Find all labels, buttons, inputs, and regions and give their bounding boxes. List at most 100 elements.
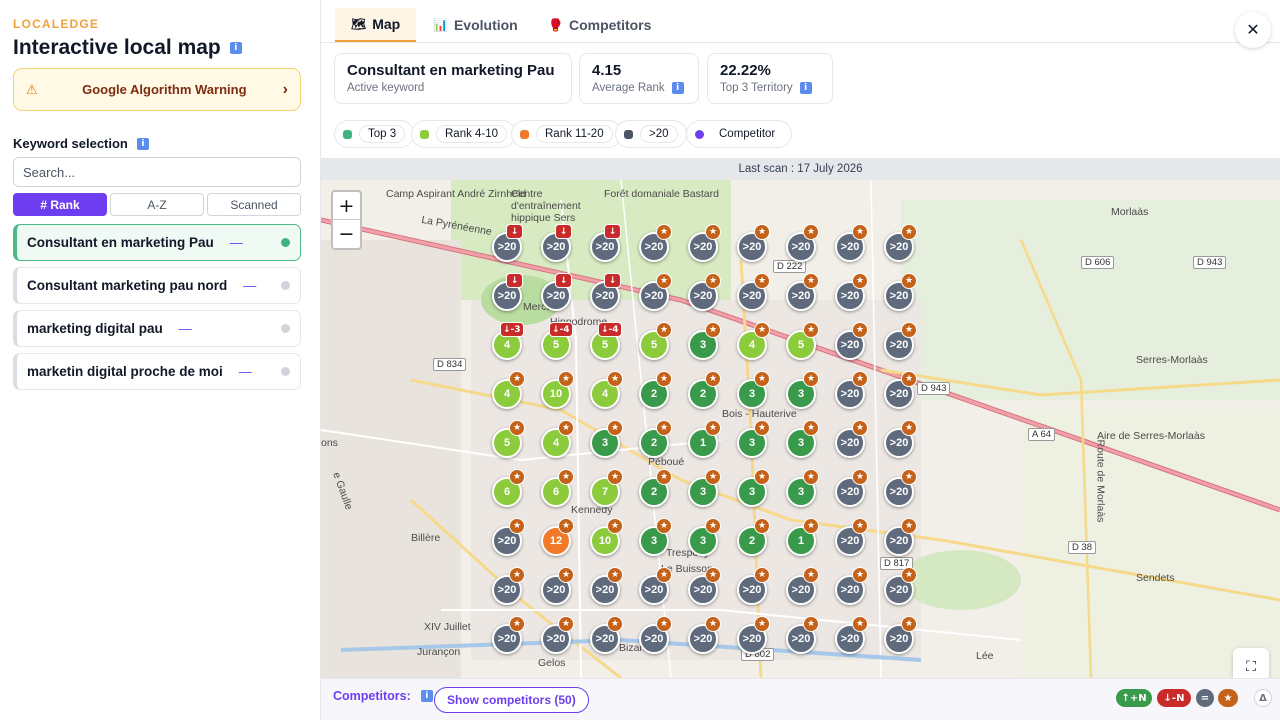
rank-marker[interactable]: 3 ★ [639, 518, 672, 556]
rank-marker[interactable]: >20 ★ [884, 469, 917, 507]
rank-marker[interactable]: 5 ★ [786, 322, 819, 360]
rank-marker[interactable]: 2 ★ [737, 518, 770, 556]
rank-marker[interactable]: >20 ★ [688, 273, 721, 311]
rank-marker[interactable]: 3 ★ [737, 420, 770, 458]
info-icon[interactable]: i [229, 42, 242, 54]
rank-marker[interactable]: 6 ★ [492, 469, 525, 507]
rank-marker[interactable]: 3 ★ [688, 469, 721, 507]
rank-marker[interactable]: >20 ★ [737, 616, 770, 654]
rank-marker[interactable]: >20 ★ [884, 273, 917, 311]
keyword-item[interactable]: Consultant en marketing Pau — [13, 224, 301, 261]
rank-marker[interactable]: >20 ★ [492, 518, 525, 556]
rank-marker[interactable]: 3 ★ [737, 371, 770, 409]
top3-info-icon[interactable]: i [799, 82, 812, 94]
rank-marker[interactable]: 4 ↓-3 [492, 322, 524, 360]
rank-marker[interactable]: 4 ★ [541, 420, 574, 458]
sort-az-button[interactable]: A-Z [110, 193, 204, 216]
rank-marker[interactable]: >20 ★ [541, 567, 574, 605]
close-button[interactable]: ✕ [1235, 12, 1271, 48]
rank-marker[interactable]: >20 ★ [835, 273, 868, 311]
rank-marker[interactable]: >20 ★ [835, 420, 868, 458]
rank-marker[interactable]: >20 ↓ [492, 273, 523, 311]
rank-marker[interactable]: >20 ★ [884, 518, 917, 556]
rank-marker[interactable]: >20 ★ [541, 616, 574, 654]
rank-marker[interactable]: 5 ★ [492, 420, 525, 458]
rank-marker[interactable]: >20 ★ [835, 567, 868, 605]
rank-marker[interactable]: >20 ★ [884, 371, 917, 409]
rank-marker[interactable]: >20 ★ [884, 322, 917, 360]
rank-marker[interactable]: >20 ↓ [541, 224, 572, 262]
rank-marker[interactable]: 12 ★ [541, 518, 574, 556]
rank-marker[interactable]: >20 ★ [639, 224, 672, 262]
rank-marker[interactable]: >20 ★ [835, 518, 868, 556]
show-competitors-button[interactable]: Show competitors (50) [434, 687, 589, 713]
rank-marker[interactable]: 3 ★ [688, 518, 721, 556]
fullscreen-button[interactable]: ⛶ [1233, 648, 1269, 678]
keyword-item[interactable]: Consultant marketing pau nord — [13, 267, 301, 304]
rank-marker[interactable]: 3 ★ [688, 322, 721, 360]
rank-marker[interactable]: 3 ★ [786, 371, 819, 409]
rank-marker[interactable]: >20 ↓ [492, 224, 523, 262]
rank-marker[interactable]: >20 ★ [492, 616, 525, 654]
rank-marker[interactable]: >20 ★ [590, 567, 623, 605]
tab-competitors[interactable]: 🥊 Competitors [532, 8, 667, 42]
rank-marker[interactable]: 3 ★ [786, 469, 819, 507]
rank-marker[interactable]: >20 ★ [786, 273, 819, 311]
rank-marker[interactable]: 7 ★ [590, 469, 623, 507]
keyword-search-input[interactable] [13, 157, 301, 187]
rank-marker[interactable]: 2 ★ [688, 371, 721, 409]
rank-marker[interactable]: >20 ★ [786, 567, 819, 605]
rank-marker[interactable]: >20 ↓ [541, 273, 572, 311]
rank-marker[interactable]: 5 ★ [639, 322, 672, 360]
rank-marker[interactable]: >20 ★ [737, 224, 770, 262]
rank-marker[interactable]: >20 ★ [835, 616, 868, 654]
rank-marker[interactable]: 10 ★ [590, 518, 623, 556]
rank-marker[interactable]: 1 ★ [786, 518, 819, 556]
rank-marker[interactable]: >20 ★ [737, 273, 770, 311]
rank-marker[interactable]: >20 ↓ [590, 273, 621, 311]
rank-marker[interactable]: >20 ★ [786, 224, 819, 262]
rank-marker[interactable]: 2 ★ [639, 371, 672, 409]
average-rank-info-icon[interactable]: i [671, 82, 684, 94]
rank-marker[interactable]: >20 ★ [884, 567, 917, 605]
rank-marker[interactable]: 4 ★ [737, 322, 770, 360]
rank-marker[interactable]: 3 ★ [737, 469, 770, 507]
rank-marker[interactable]: 2 ★ [639, 420, 672, 458]
zoom-in-button[interactable]: + [333, 192, 360, 220]
rank-marker[interactable]: >20 ★ [786, 616, 819, 654]
rank-marker[interactable]: >20 ★ [884, 420, 917, 458]
keyword-info-icon[interactable]: i [136, 137, 149, 150]
tab-evolution[interactable]: 📊 Evolution [417, 8, 534, 42]
map-canvas[interactable]: Camp Aspirant André Zirnheld Centre d'en… [321, 180, 1280, 678]
rank-marker[interactable]: >20 ★ [688, 616, 721, 654]
rank-marker[interactable]: 5 ↓-4 [590, 322, 622, 360]
rank-marker[interactable]: >20 ★ [884, 224, 917, 262]
rank-marker[interactable]: 3 ★ [786, 420, 819, 458]
rank-marker[interactable]: >20 ★ [737, 567, 770, 605]
rank-marker[interactable]: >20 ★ [492, 567, 525, 605]
rank-marker[interactable]: >20 ★ [639, 616, 672, 654]
sort-rank-button[interactable]: # Rank [13, 193, 107, 216]
rank-marker[interactable]: >20 ★ [835, 371, 868, 409]
zoom-out-button[interactable]: − [333, 220, 360, 248]
rank-marker[interactable]: 5 ↓-4 [541, 322, 573, 360]
rank-marker[interactable]: >20 ★ [835, 224, 868, 262]
rank-marker[interactable]: >20 ★ [639, 273, 672, 311]
rank-marker[interactable]: 4 ★ [492, 371, 525, 409]
rank-marker[interactable]: 1 ★ [688, 420, 721, 458]
rank-marker[interactable]: 6 ★ [541, 469, 574, 507]
tab-map[interactable]: 🗺 Map [335, 8, 417, 42]
rank-marker[interactable]: 3 ★ [590, 420, 623, 458]
rank-marker[interactable]: >20 ★ [688, 224, 721, 262]
rank-marker[interactable]: >20 ★ [835, 469, 868, 507]
keyword-item[interactable]: marketin digital proche de moi — [13, 353, 301, 390]
sort-scanned-button[interactable]: Scanned [207, 193, 301, 216]
rank-marker[interactable]: >20 ↓ [590, 224, 621, 262]
algorithm-warning-button[interactable]: ⚠ Google Algorithm Warning › [13, 68, 301, 111]
rank-marker[interactable]: >20 ★ [884, 616, 917, 654]
rank-marker[interactable]: >20 ★ [835, 322, 868, 360]
rank-marker[interactable]: 10 ★ [541, 371, 574, 409]
rank-marker[interactable]: >20 ★ [590, 616, 623, 654]
rank-marker[interactable]: 2 ★ [639, 469, 672, 507]
keyword-item[interactable]: marketing digital pau — [13, 310, 301, 347]
